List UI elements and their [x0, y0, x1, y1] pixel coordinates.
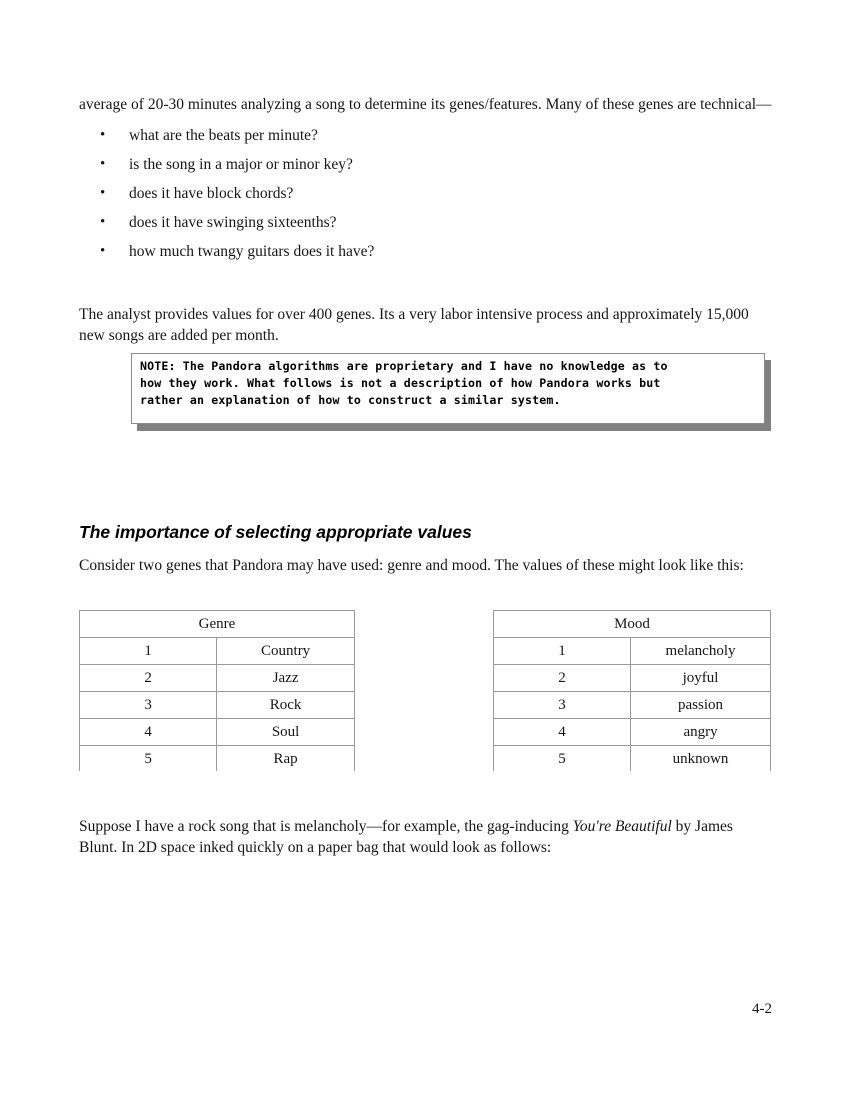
genre-row-value: Rock	[216, 691, 355, 719]
table-header-row: Mood	[493, 610, 771, 638]
genre-values-table: Genre 1 Country 2 Jazz 3 Rock 4 Soul 5 R…	[78, 610, 355, 771]
table-row: 3 Rock	[78, 691, 355, 719]
genre-row-value: Rap	[216, 745, 355, 771]
mood-row-value: joyful	[630, 664, 771, 692]
mood-row-value: unknown	[630, 745, 771, 771]
genre-row-number: 3	[78, 691, 218, 719]
table-row: 4 Soul	[78, 718, 355, 746]
table-header-row: Genre	[79, 610, 355, 638]
table-row: 4 angry	[492, 718, 771, 746]
mood-row-value: melancholy	[630, 637, 771, 665]
genre-row-value: Country	[216, 637, 355, 665]
mood-row-value: passion	[630, 691, 771, 719]
table-row: 5 Rap	[78, 745, 355, 771]
table-row: 2 joyful	[492, 664, 771, 692]
genre-row-number: 4	[78, 718, 218, 746]
page-number: 4-2	[752, 1001, 772, 1017]
mood-table-title: Mood	[493, 610, 771, 638]
suppose-text-lead: Suppose I have a rock song that is melan…	[79, 817, 573, 835]
table-row: 2 Jazz	[78, 664, 355, 692]
genre-table-title: Genre	[79, 610, 355, 638]
mood-row-value: angry	[630, 718, 771, 746]
genre-row-number: 1	[78, 637, 218, 665]
mood-row-number: 3	[492, 691, 632, 719]
mood-row-number: 5	[492, 745, 632, 771]
genre-row-number: 5	[78, 745, 218, 771]
table-row: 1 melancholy	[492, 637, 771, 665]
genre-row-value: Soul	[216, 718, 355, 746]
tables-clip-region: Genre 1 Country 2 Jazz 3 Rock 4 Soul 5 R…	[0, 0, 849, 771]
table-row: 5 unknown	[492, 745, 771, 771]
song-title: You're Beautiful	[572, 817, 672, 835]
paragraph-suppose: Suppose I have a rock song that is melan…	[79, 816, 772, 858]
mood-row-number: 2	[492, 664, 632, 692]
genre-row-number: 2	[78, 664, 218, 692]
document-page: average of 20-30 minutes analyzing a son…	[0, 0, 849, 1100]
genre-row-value: Jazz	[216, 664, 355, 692]
mood-values-table: Mood 1 melancholy 2 joyful 3 passion 4 a…	[492, 610, 771, 771]
table-row: 1 Country	[78, 637, 355, 665]
table-row: 3 passion	[492, 691, 771, 719]
mood-row-number: 1	[492, 637, 632, 665]
mood-row-number: 4	[492, 718, 632, 746]
